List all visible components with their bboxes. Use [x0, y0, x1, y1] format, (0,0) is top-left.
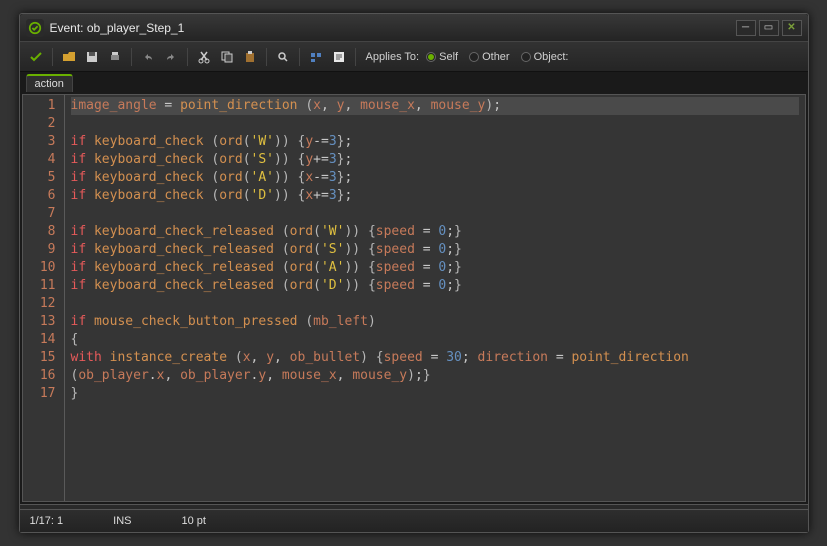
radio-other[interactable]: Other [469, 51, 510, 63]
code-line[interactable]: if keyboard_check (ord('A')) {x-=3}; [71, 169, 799, 187]
titlebar[interactable]: Event: ob_player_Step_1 ─ ▭ ✕ [20, 14, 808, 42]
code-line[interactable]: if keyboard_check (ord('W')) {y-=3}; [71, 133, 799, 151]
redo-button[interactable] [161, 47, 181, 67]
script-button[interactable] [329, 47, 349, 67]
line-number: 13 [23, 313, 64, 331]
save-button[interactable] [82, 47, 102, 67]
tab-bar: action [20, 72, 808, 92]
code-line[interactable]: with instance_create (x, y, ob_bullet) {… [71, 349, 799, 367]
toolbar-separator [266, 48, 267, 66]
radio-self-label: Self [439, 51, 458, 63]
line-number: 12 [23, 295, 64, 313]
toolbar-separator [355, 48, 356, 66]
code-line[interactable] [71, 205, 799, 223]
radio-dot-icon [521, 52, 531, 62]
undo-button[interactable] [138, 47, 158, 67]
toolbar: Applies To: Self Other Object: [20, 42, 808, 72]
maximize-button[interactable]: ▭ [759, 20, 779, 36]
line-number: 11 [23, 277, 64, 295]
applies-to-label: Applies To: [366, 51, 420, 63]
code-line[interactable]: image_angle = point_direction (x, y, mou… [71, 97, 799, 115]
radio-dot-icon [469, 52, 479, 62]
status-position: 1/17: 1 [30, 515, 64, 527]
line-number: 7 [23, 205, 64, 223]
line-number: 17 [23, 385, 64, 403]
window-title: Event: ob_player_Step_1 [50, 21, 736, 35]
code-line[interactable]: if keyboard_check_released (ord('D')) {s… [71, 277, 799, 295]
line-number: 14 [23, 331, 64, 349]
code-line[interactable]: if keyboard_check (ord('D')) {x+=3}; [71, 187, 799, 205]
snippet-button[interactable] [306, 47, 326, 67]
confirm-button[interactable] [26, 47, 46, 67]
line-number: 16 [23, 367, 64, 385]
code-editor-window: Event: ob_player_Step_1 ─ ▭ ✕ Applies To… [19, 13, 809, 533]
line-number: 3 [23, 133, 64, 151]
radio-self[interactable]: Self [426, 51, 458, 63]
toolbar-separator [187, 48, 188, 66]
copy-button[interactable] [217, 47, 237, 67]
code-line[interactable]: if keyboard_check_released (ord('W')) {s… [71, 223, 799, 241]
line-number: 15 [23, 349, 64, 367]
code-line[interactable]: if keyboard_check_released (ord('S')) {s… [71, 241, 799, 259]
print-button[interactable] [105, 47, 125, 67]
code-line[interactable] [71, 295, 799, 313]
radio-dot-icon [426, 52, 436, 62]
toolbar-separator [299, 48, 300, 66]
find-button[interactable] [273, 47, 293, 67]
minimize-button[interactable]: ─ [736, 20, 756, 36]
line-number: 2 [23, 115, 64, 133]
toolbar-separator [52, 48, 53, 66]
status-font: 10 pt [181, 515, 205, 527]
tab-action[interactable]: action [26, 74, 73, 92]
line-number: 6 [23, 187, 64, 205]
code-line[interactable] [71, 115, 799, 133]
toolbar-separator [131, 48, 132, 66]
status-mode: INS [113, 515, 131, 527]
line-number: 1 [23, 97, 64, 115]
code-line[interactable]: { [71, 331, 799, 349]
line-number: 5 [23, 169, 64, 187]
open-button[interactable] [59, 47, 79, 67]
code-line[interactable]: (ob_player.x, ob_player.y, mouse_x, mous… [71, 367, 799, 385]
paste-button[interactable] [240, 47, 260, 67]
code-line[interactable]: if keyboard_check (ord('S')) {y+=3}; [71, 151, 799, 169]
radio-other-label: Other [482, 51, 510, 63]
line-gutter: 1234567891011121314151617 [23, 95, 65, 501]
code-line[interactable]: if keyboard_check_released (ord('A')) {s… [71, 259, 799, 277]
line-number: 8 [23, 223, 64, 241]
close-button[interactable]: ✕ [782, 20, 802, 36]
radio-object-label: Object: [534, 51, 569, 63]
line-number: 9 [23, 241, 64, 259]
radio-object[interactable]: Object: [521, 51, 569, 63]
code-line[interactable]: if mouse_check_button_pressed (mb_left) [71, 313, 799, 331]
code-area[interactable]: image_angle = point_direction (x, y, mou… [65, 95, 805, 501]
code-editor: 1234567891011121314151617 image_angle = … [22, 94, 806, 502]
code-line[interactable]: } [71, 385, 799, 403]
cut-button[interactable] [194, 47, 214, 67]
line-number: 10 [23, 259, 64, 277]
line-number: 4 [23, 151, 64, 169]
statusbar: 1/17: 1 INS 10 pt [20, 510, 808, 532]
window-controls: ─ ▭ ✕ [736, 20, 802, 36]
app-icon [26, 19, 44, 37]
